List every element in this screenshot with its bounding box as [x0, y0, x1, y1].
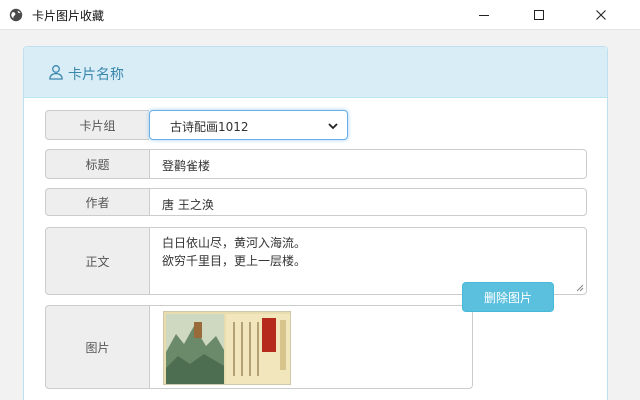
author-row: 作者 唐 王之涣 [45, 188, 587, 216]
image-field [149, 305, 473, 389]
panel-title: 卡片名称 [68, 67, 124, 83]
image-row: 图片 [45, 305, 473, 389]
body-label: 正文 [45, 227, 149, 295]
card-panel: 卡片名称 卡片组 古诗配画1012 标题 登鹳雀楼 作者 唐 王之涣 正文 白日… [23, 46, 608, 400]
chevron-down-icon [328, 123, 338, 130]
author-label: 作者 [45, 188, 149, 216]
resize-handle-icon[interactable] [576, 284, 584, 292]
delete-image-button[interactable]: 删除图片 [462, 282, 554, 312]
card-group-label: 卡片组 [45, 110, 149, 140]
image-label: 图片 [45, 305, 149, 389]
minimize-button[interactable] [461, 0, 507, 30]
title-bar: 卡片图片收藏 [0, 0, 640, 30]
maximize-icon [534, 10, 544, 20]
body-line: 欲穷千里目，更上一层楼。 [162, 254, 307, 268]
card-group-value: 古诗配画1012 [170, 120, 249, 134]
minimize-icon [479, 15, 489, 16]
author-field[interactable]: 唐 王之涣 [149, 188, 587, 216]
close-button[interactable] [578, 0, 624, 30]
user-icon [49, 65, 63, 80]
card-image-picture [164, 312, 290, 384]
title-field[interactable]: 登鹳雀楼 [149, 149, 587, 179]
window-title: 卡片图片收藏 [32, 9, 105, 23]
title-label: 标题 [45, 149, 149, 179]
close-icon [596, 10, 606, 20]
card-group-select[interactable]: 古诗配画1012 [149, 110, 348, 140]
globe-icon [9, 8, 23, 22]
title-row: 标题 登鹳雀楼 [45, 149, 587, 179]
maximize-button[interactable] [516, 0, 562, 30]
panel-heading: 卡片名称 [24, 47, 607, 98]
body-line: 白日依山尽，黄河入海流。 [162, 236, 307, 250]
card-image [163, 311, 291, 385]
card-group-row: 卡片组 古诗配画1012 [45, 110, 348, 140]
